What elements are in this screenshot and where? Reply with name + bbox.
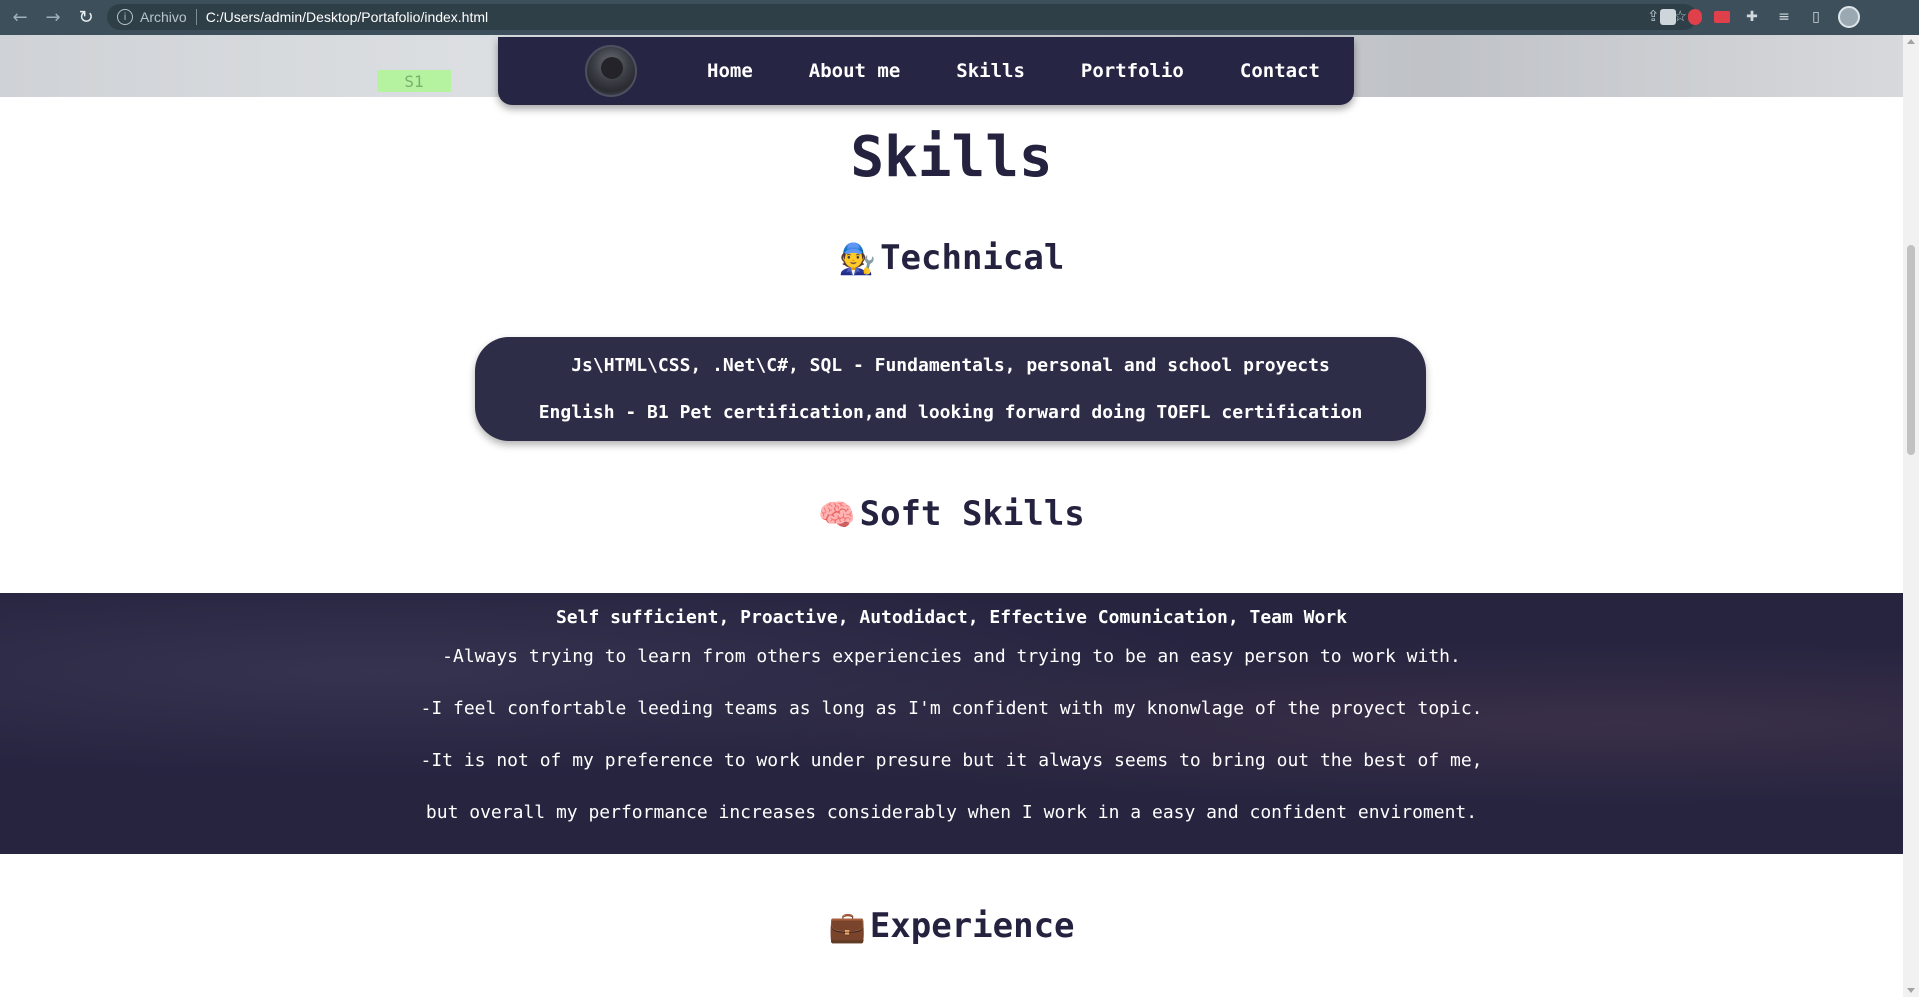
briefcase-icon: 💼 (828, 910, 866, 945)
mechanic-icon: 🧑‍🔧 (838, 242, 877, 277)
navbar: Home About me Skills Portfolio Contact (498, 37, 1354, 105)
profile-avatar[interactable] (585, 45, 637, 97)
soft-skills-line: -I feel confortable leeding teams as lon… (420, 698, 1483, 719)
reload-icon[interactable]: ↻ (73, 5, 99, 31)
technical-line: English - B1 Pet certification,and looki… (538, 402, 1363, 423)
nav-about-link[interactable]: About me (809, 60, 901, 82)
soft-skills-line: -Always trying to learn from others expe… (442, 646, 1461, 667)
profile-avatar-icon[interactable] (1838, 6, 1860, 28)
experience-title: Experience (869, 906, 1075, 946)
scheme-label: Archivo (140, 9, 187, 25)
nav-contact-link[interactable]: Contact (1240, 60, 1320, 82)
back-icon[interactable]: ← (7, 5, 33, 31)
scrollbar-thumb[interactable] (1907, 245, 1915, 455)
soft-skills-band: Self sufficient, Proactive, Autodidact, … (0, 593, 1903, 854)
nav-links: Home About me Skills Portfolio Contact (707, 37, 1376, 105)
soft-skills-line: -It is not of my preference to work unde… (420, 750, 1483, 771)
url-text[interactable]: C:/Users/admin/Desktop/Portafolio/index.… (206, 9, 488, 25)
address-separator (195, 9, 197, 25)
extension-dots-icon[interactable] (1714, 11, 1730, 23)
hero-tag: S1 (377, 70, 451, 92)
soft-skills-title: Soft Skills (859, 494, 1085, 534)
info-icon[interactable]: i (117, 9, 133, 25)
scroll-up-icon[interactable] (1907, 39, 1915, 44)
soft-skills-summary: Self sufficient, Proactive, Autodidact, … (555, 607, 1348, 628)
page-scrollbar[interactable] (1903, 35, 1919, 997)
extension-icon[interactable] (1660, 9, 1676, 25)
scroll-down-icon[interactable] (1907, 988, 1915, 993)
puzzle-icon[interactable]: ✚ (1742, 9, 1762, 25)
share-icon[interactable]: ⇪ (1647, 7, 1660, 25)
extensions-area: ✚ ≡ ▯ (1660, 6, 1860, 28)
address-bar[interactable]: i Archivo C:/Users/admin/Desktop/Portafo… (107, 4, 1697, 30)
technical-line: Js\HTML\CSS, .Net\C#, SQL - Fundamentals… (571, 355, 1330, 376)
page-viewport: S1 Home About me Skills Portfolio Contac… (0, 35, 1903, 997)
brain-icon: 🧠 (818, 498, 856, 533)
technical-title: Technical (880, 238, 1065, 278)
reading-list-icon[interactable]: ≡ (1774, 9, 1794, 25)
extension-red-icon[interactable] (1688, 9, 1702, 25)
nav-home-link[interactable]: Home (707, 60, 753, 82)
soft-skills-heading: 🧠 Soft Skills (0, 494, 1903, 534)
forward-icon[interactable]: → (40, 5, 66, 31)
browser-toolbar: ← → ↻ i Archivo C:/Users/admin/Desktop/P… (0, 0, 1919, 35)
technical-card: Js\HTML\CSS, .Net\C#, SQL - Fundamentals… (475, 337, 1426, 441)
skills-title: Skills (850, 125, 1053, 190)
soft-skills-line: but overall my performance increases con… (425, 802, 1478, 823)
side-panel-icon[interactable]: ▯ (1806, 9, 1826, 25)
nav-portfolio-link[interactable]: Portfolio (1081, 60, 1184, 82)
experience-heading: 💼 Experience (0, 906, 1903, 946)
technical-heading: 🧑‍🔧 Technical (0, 238, 1903, 278)
nav-skills-link[interactable]: Skills (956, 60, 1025, 82)
